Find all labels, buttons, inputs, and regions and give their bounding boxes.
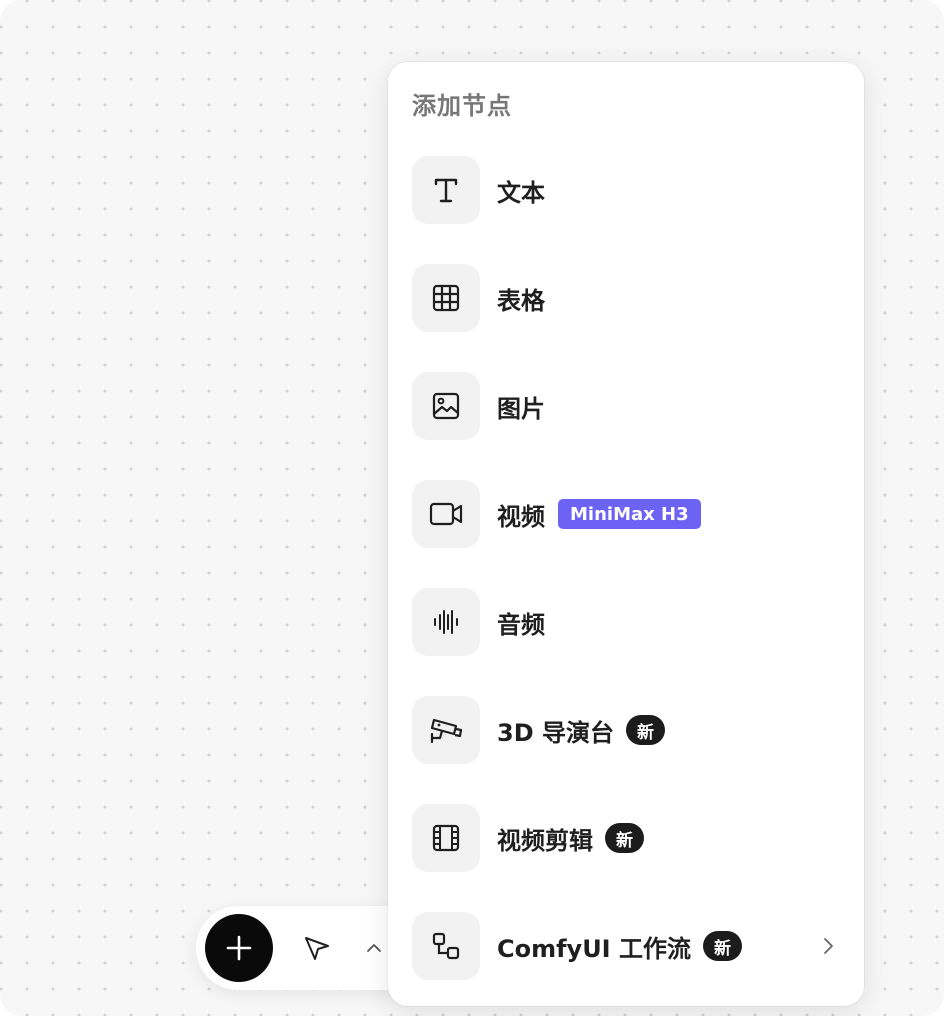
- menu-item-label: 图片: [497, 394, 545, 423]
- workflow-nodes-icon: [432, 932, 460, 960]
- menu-item-comfyui-workflow[interactable]: ComfyUI 工作流 新: [412, 912, 840, 980]
- menu-item-label: 3D 导演台: [497, 718, 614, 747]
- menu-item-label: 音频: [497, 610, 545, 639]
- cursor-arrow-icon: [305, 937, 329, 960]
- menu-item-video-edit[interactable]: 视频剪辑 新: [412, 804, 840, 872]
- menu-item-label: 表格: [497, 286, 545, 315]
- new-badge: 新: [605, 823, 644, 853]
- menu-item-video[interactable]: 视频 MiniMax H3: [412, 480, 840, 548]
- submenu-chevron: [816, 934, 840, 958]
- menu-item-icon-box: [412, 372, 480, 440]
- menu-item-icon-box: [412, 480, 480, 548]
- menu-item-label: ComfyUI 工作流: [497, 934, 691, 963]
- menu-item-icon-box: [412, 588, 480, 656]
- menu-item-icon-box: [412, 696, 480, 764]
- audio-waveform-icon: [434, 610, 458, 634]
- chevron-up-icon: [367, 944, 381, 952]
- film-strip-icon: [432, 824, 460, 852]
- new-badge: 新: [702, 931, 742, 961]
- text-t-icon: [434, 178, 458, 203]
- add-node-button[interactable]: [205, 914, 273, 982]
- menu-item-label: 文本: [497, 178, 545, 207]
- menu-item-text[interactable]: 文本: [412, 156, 840, 224]
- cctv-camera-icon: [430, 718, 463, 744]
- chevron-right-icon: [824, 938, 833, 954]
- menu-item-3d-director[interactable]: 3D 导演台 新: [412, 696, 840, 764]
- image-icon: [432, 392, 460, 420]
- menu-item-image[interactable]: 图片: [412, 372, 840, 440]
- menu-item-audio[interactable]: 音频: [412, 588, 840, 656]
- select-tool-button[interactable]: [296, 928, 336, 968]
- model-badge: MiniMax H3: [558, 499, 701, 529]
- menu-item-icon-box: [412, 156, 480, 224]
- plus-icon: [226, 935, 252, 961]
- add-node-menu: 添加节点 文本 表格 图片 视频 MiniMax H3 音频 3D 导演台 新 …: [388, 62, 864, 1006]
- menu-item-table[interactable]: 表格: [412, 264, 840, 332]
- video-camera-icon: [429, 502, 463, 526]
- menu-item-icon-box: [412, 264, 480, 332]
- new-badge: 新: [625, 715, 665, 745]
- menu-item-icon-box: [412, 912, 480, 980]
- menu-item-label: 视频剪辑: [497, 826, 593, 855]
- menu-item-icon-box: [412, 804, 480, 872]
- table-grid-icon: [432, 284, 460, 312]
- menu-item-label: 视频: [497, 502, 545, 531]
- menu-title: 添加节点: [412, 92, 512, 120]
